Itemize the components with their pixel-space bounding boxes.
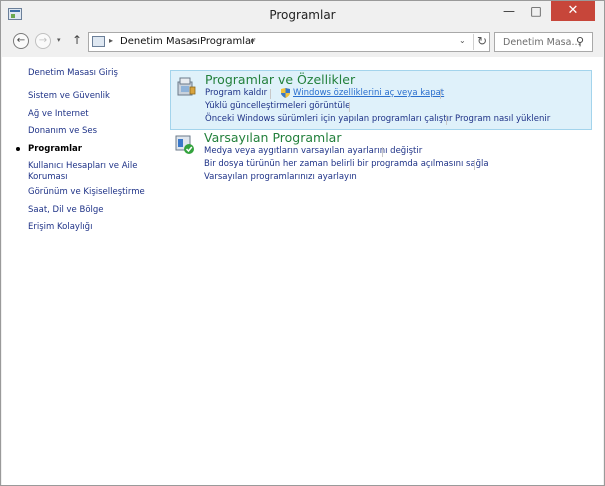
category-title-default-programs[interactable]: Varsayılan Programlar: [204, 130, 341, 145]
link-divider: [440, 89, 441, 99]
link-media-autoplay[interactable]: Medya veya aygıtların varsayılan ayarlar…: [204, 146, 422, 156]
link-compatibility[interactable]: Önceki Windows sürümleri için yapılan pr…: [205, 114, 453, 124]
sidebar-item-control-panel-home[interactable]: Denetim Masası Giriş: [28, 68, 156, 79]
breadcrumb-separator-icon[interactable]: ▸: [109, 36, 113, 45]
link-divider: [474, 160, 475, 170]
navigation-bar: ← → ▾ ↑ ▸ Denetim Masası ▸ Programlar ▸ …: [1, 29, 604, 55]
link-windows-features[interactable]: Windows özelliklerini aç veya kapat: [293, 88, 444, 98]
control-panel-icon: [92, 36, 105, 47]
link-how-to-install[interactable]: Program nasıl yüklenir: [455, 114, 550, 124]
sidebar-item-appearance[interactable]: Görünüm ve Kişiselleştirme: [28, 187, 156, 198]
link-set-default-programs[interactable]: Varsayılan programlarınızı ayarlayın: [204, 172, 357, 182]
sidebar-item-ease-of-access[interactable]: Erişim Kolaylığı: [28, 222, 156, 233]
recent-locations-icon[interactable]: ▾: [57, 36, 61, 44]
breadcrumb-programs[interactable]: Programlar: [200, 36, 255, 47]
link-divider: [382, 147, 383, 157]
link-divider: [349, 102, 350, 112]
address-bar[interactable]: ▸ Denetim Masası ▸ Programlar ▸ ⌄ ↻: [88, 32, 490, 52]
content-area: Denetim Masası Giriş Sistem ve Güvenlik …: [2, 57, 603, 485]
sidebar-item-network-internet[interactable]: Ağ ve Internet: [28, 109, 156, 120]
link-divider: [270, 89, 271, 99]
refresh-icon[interactable]: ↻: [473, 34, 487, 50]
breadcrumb-separator-icon[interactable]: ▸: [190, 36, 194, 45]
address-dropdown-icon[interactable]: ⌄: [459, 36, 466, 45]
sidebar-item-user-accounts[interactable]: Kullanıcı Hesapları ve Aile Koruması: [28, 161, 156, 183]
link-uninstall-program[interactable]: Program kaldır: [205, 88, 267, 98]
up-button[interactable]: ↑: [72, 33, 82, 47]
control-panel-window: Programlar — □ ✕ ← → ▾ ↑ ▸ Denetim Masas…: [0, 0, 605, 486]
close-button[interactable]: ✕: [551, 1, 595, 21]
category-default-programs[interactable]: Varsayılan Programlar Medya veya aygıtla…: [170, 129, 592, 189]
forward-button[interactable]: →: [35, 33, 51, 49]
link-divider: [446, 115, 447, 125]
category-programs-features[interactable]: Programlar ve Özellikler Program kaldır …: [170, 70, 592, 130]
sidebar-item-programs[interactable]: Programlar: [28, 144, 156, 155]
uac-shield-icon: [281, 88, 290, 98]
sidebar: Denetim Masası Giriş Sistem ve Güvenlik …: [2, 57, 162, 485]
search-placeholder: Denetim Masa...: [503, 37, 581, 48]
title-bar[interactable]: Programlar — □ ✕: [1, 1, 604, 29]
search-input[interactable]: Denetim Masa... ⚲: [494, 32, 593, 52]
search-icon[interactable]: ⚲: [576, 35, 584, 48]
minimize-button[interactable]: —: [496, 1, 522, 21]
category-title-programs-features[interactable]: Programlar ve Özellikler: [205, 72, 355, 87]
maximize-button[interactable]: □: [523, 1, 549, 21]
sidebar-item-system-security[interactable]: Sistem ve Güvenlik: [28, 91, 156, 102]
default-programs-icon: [175, 135, 194, 154]
back-button[interactable]: ←: [13, 33, 29, 49]
sidebar-item-clock-language-region[interactable]: Saat, Dil ve Bölge: [28, 205, 156, 216]
link-installed-updates[interactable]: Yüklü güncelleştirmeleri görüntüle: [205, 101, 350, 111]
active-bullet-icon: [16, 147, 20, 151]
breadcrumb-separator-icon[interactable]: ▸: [251, 36, 255, 45]
sidebar-item-hardware-sound[interactable]: Donanım ve Ses: [28, 126, 156, 137]
programs-features-icon: [177, 77, 196, 96]
breadcrumb-control-panel[interactable]: Denetim Masası: [120, 36, 200, 47]
link-file-associations[interactable]: Bir dosya türünün her zaman belirli bir …: [204, 159, 489, 169]
